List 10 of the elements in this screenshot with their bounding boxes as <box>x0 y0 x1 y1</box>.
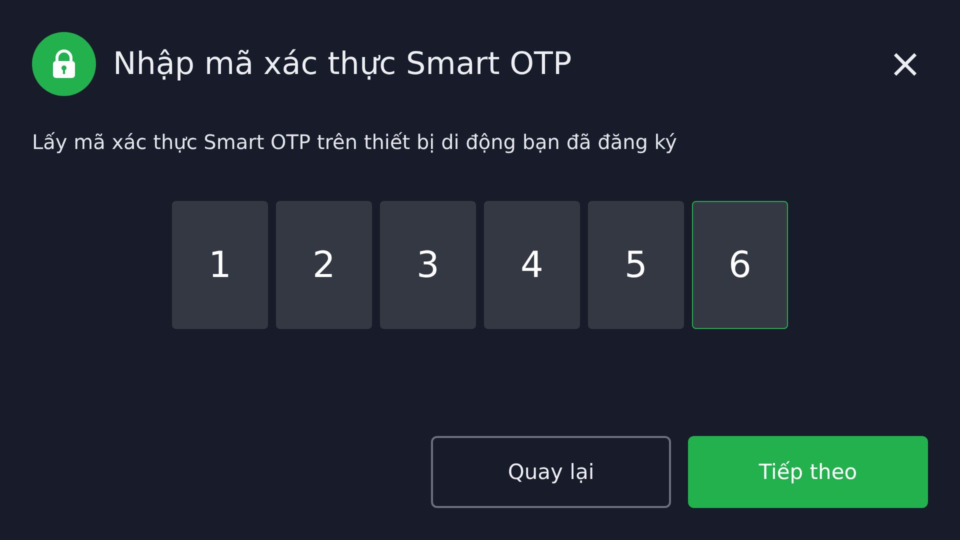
back-button[interactable]: Quay lại <box>431 436 671 508</box>
otp-digit-field[interactable]: 6 <box>692 201 788 329</box>
otp-digit-field[interactable]: 5 <box>588 201 684 329</box>
close-button[interactable]: × <box>884 44 926 84</box>
otp-digit-field[interactable]: 4 <box>484 201 580 329</box>
otp-digit-field[interactable]: 3 <box>380 201 476 329</box>
otp-digit-field[interactable]: 2 <box>276 201 372 329</box>
dialog-title: Nhập mã xác thực Smart OTP <box>113 46 573 82</box>
instruction-text: Lấy mã xác thực Smart OTP trên thiết bị di động bạn đã đăng ký <box>32 130 678 154</box>
otp-digit-field[interactable]: 1 <box>172 201 268 329</box>
